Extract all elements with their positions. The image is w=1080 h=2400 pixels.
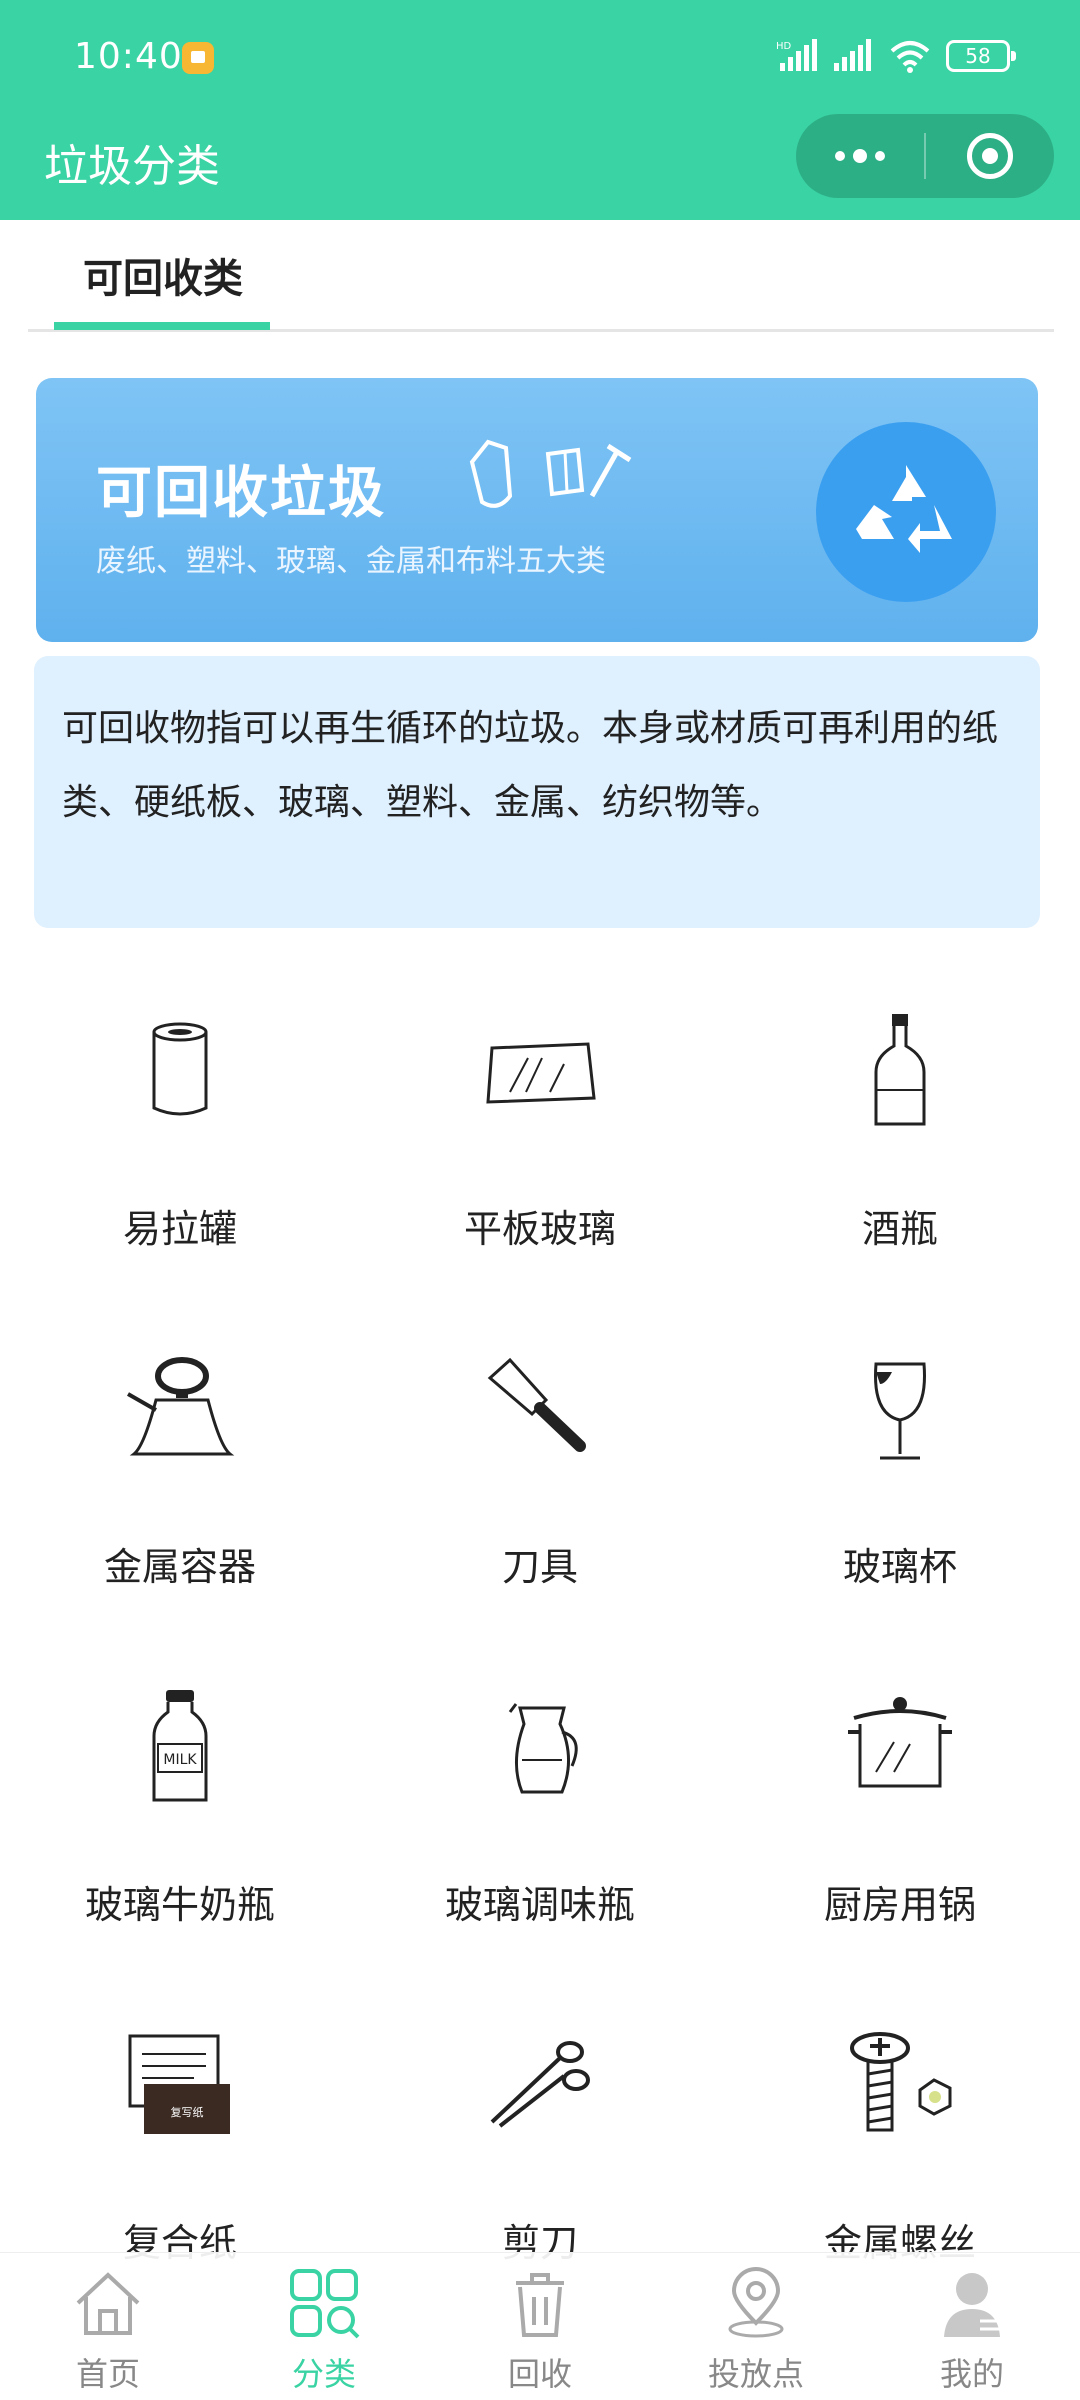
nav-label: 首页: [75, 2355, 140, 2393]
nav-mine[interactable]: 我的: [864, 2253, 1080, 2400]
category-tabs: 可回收类: [28, 220, 1054, 332]
cellular-signal-icon: HD: [776, 39, 817, 71]
battery-icon: 58: [946, 40, 1016, 72]
wine-glass-icon: [874, 1362, 926, 1460]
items-grid: 易拉罐 平板玻璃 酒瓶 金属容器 刀具 玻璃杯 MILK 玻璃牛奶瓶 玻璃调味瓶…: [0, 992, 1080, 2282]
description-card: 可回收物指可以再生循环的垃圾。本身或材质可再利用的纸类、硬纸板、玻璃、塑料、金属…: [34, 656, 1040, 928]
page-title: 垃圾分类: [44, 141, 220, 192]
item-wine-glass[interactable]: 玻璃杯: [720, 1330, 1080, 1666]
glass-pane-icon: [486, 1042, 596, 1104]
paper-icon: 复写纸: [128, 2034, 230, 2134]
item-can[interactable]: 易拉罐: [0, 992, 360, 1328]
carbon-paper-text: 复写纸: [171, 2105, 204, 2119]
item-label: 玻璃调味瓶: [444, 1883, 635, 1927]
status-time: 10:40: [74, 36, 183, 77]
item-label: 玻璃杯: [842, 1545, 957, 1589]
location-icon: [728, 2267, 784, 2338]
nav-label: 回收: [507, 2355, 572, 2393]
scissors-icon: [490, 2041, 590, 2128]
banner-title: 可回收垃圾: [96, 461, 386, 526]
status-icons: HD 58: [776, 36, 1016, 76]
trash-icon: [516, 2273, 564, 2337]
item-label: 厨房用锅: [823, 1883, 976, 1927]
description-text: 可回收物指可以再生循环的垃圾。本身或材质可再利用的纸类、硬纸板、玻璃、塑料、金属…: [62, 708, 999, 823]
item-wine-bottle[interactable]: 酒瓶: [720, 992, 1080, 1328]
item-label: 玻璃牛奶瓶: [84, 1883, 275, 1927]
nav-label: 投放点: [707, 2355, 804, 2393]
nav-drop-point[interactable]: 投放点: [648, 2253, 864, 2400]
knife-icon: [487, 1357, 586, 1452]
item-label: 酒瓶: [861, 1207, 938, 1251]
tab-recyclable[interactable]: 可回收类: [56, 246, 270, 332]
wifi-icon: [890, 41, 930, 73]
more-button[interactable]: [796, 114, 924, 198]
network-label: HD: [776, 41, 792, 52]
header: 10:40 HD 58 垃圾分类: [0, 0, 1080, 220]
nav-home[interactable]: 首页: [0, 2253, 216, 2400]
category-banner: 可回收垃圾 废纸、塑料、玻璃、金属和布料五大类: [36, 378, 1038, 642]
milk-bottle-icon: MILK: [152, 1690, 208, 1802]
banner-subtitle: 废纸、塑料、玻璃、金属和布料五大类: [96, 544, 606, 579]
item-glass-jug[interactable]: 玻璃调味瓶: [360, 1668, 720, 2004]
item-label: 金属容器: [103, 1545, 256, 1589]
battery-level: 58: [965, 44, 991, 68]
kettle-icon: [127, 1357, 235, 1456]
tab-active-indicator: [54, 322, 270, 330]
item-glass-pane[interactable]: 平板玻璃: [360, 992, 720, 1328]
notification-icon: [182, 42, 214, 74]
item-metal-container[interactable]: 金属容器: [0, 1330, 360, 1666]
nav-label: 分类: [291, 2355, 356, 2393]
item-knife[interactable]: 刀具: [360, 1330, 720, 1666]
nav-category[interactable]: 分类: [216, 2253, 432, 2400]
item-label: 易拉罐: [122, 1207, 237, 1251]
home-icon: [76, 2272, 140, 2335]
close-button[interactable]: [926, 114, 1054, 198]
milk-text: MILK: [163, 1752, 197, 1768]
mini-program-capsule: [796, 114, 1054, 198]
recycle-icon: [816, 422, 996, 602]
nav-recycle[interactable]: 回收: [432, 2253, 648, 2400]
recycle-symbol: [856, 465, 952, 553]
bottom-navigation: 首页 分类 回收 投放点 我的: [0, 2252, 1080, 2400]
category-icon: [290, 2269, 360, 2339]
item-kitchen-pot[interactable]: 厨房用锅: [720, 1668, 1080, 2004]
nav-label: 我的: [939, 2355, 1004, 2393]
recyclables-doodle-icon: [469, 439, 632, 508]
wine-bottle-icon: [874, 1014, 926, 1126]
can-icon: [152, 1022, 208, 1116]
close-target-icon: [967, 133, 1013, 179]
item-label: 平板玻璃: [463, 1207, 616, 1251]
page: 10:40 HD 58 垃圾分类 可回收类 可回收垃圾 废纸、塑料、玻璃、金属和…: [0, 0, 1080, 2400]
screw-icon: [850, 2032, 952, 2132]
item-label: 刀具: [501, 1545, 578, 1589]
pot-icon: [848, 1697, 952, 1788]
more-icon: [835, 149, 885, 163]
jug-icon: [508, 1703, 578, 1794]
item-milk-bottle[interactable]: MILK 玻璃牛奶瓶: [0, 1668, 360, 2004]
cellular-signal-2-icon: [834, 39, 871, 71]
user-icon: [944, 2273, 1000, 2337]
